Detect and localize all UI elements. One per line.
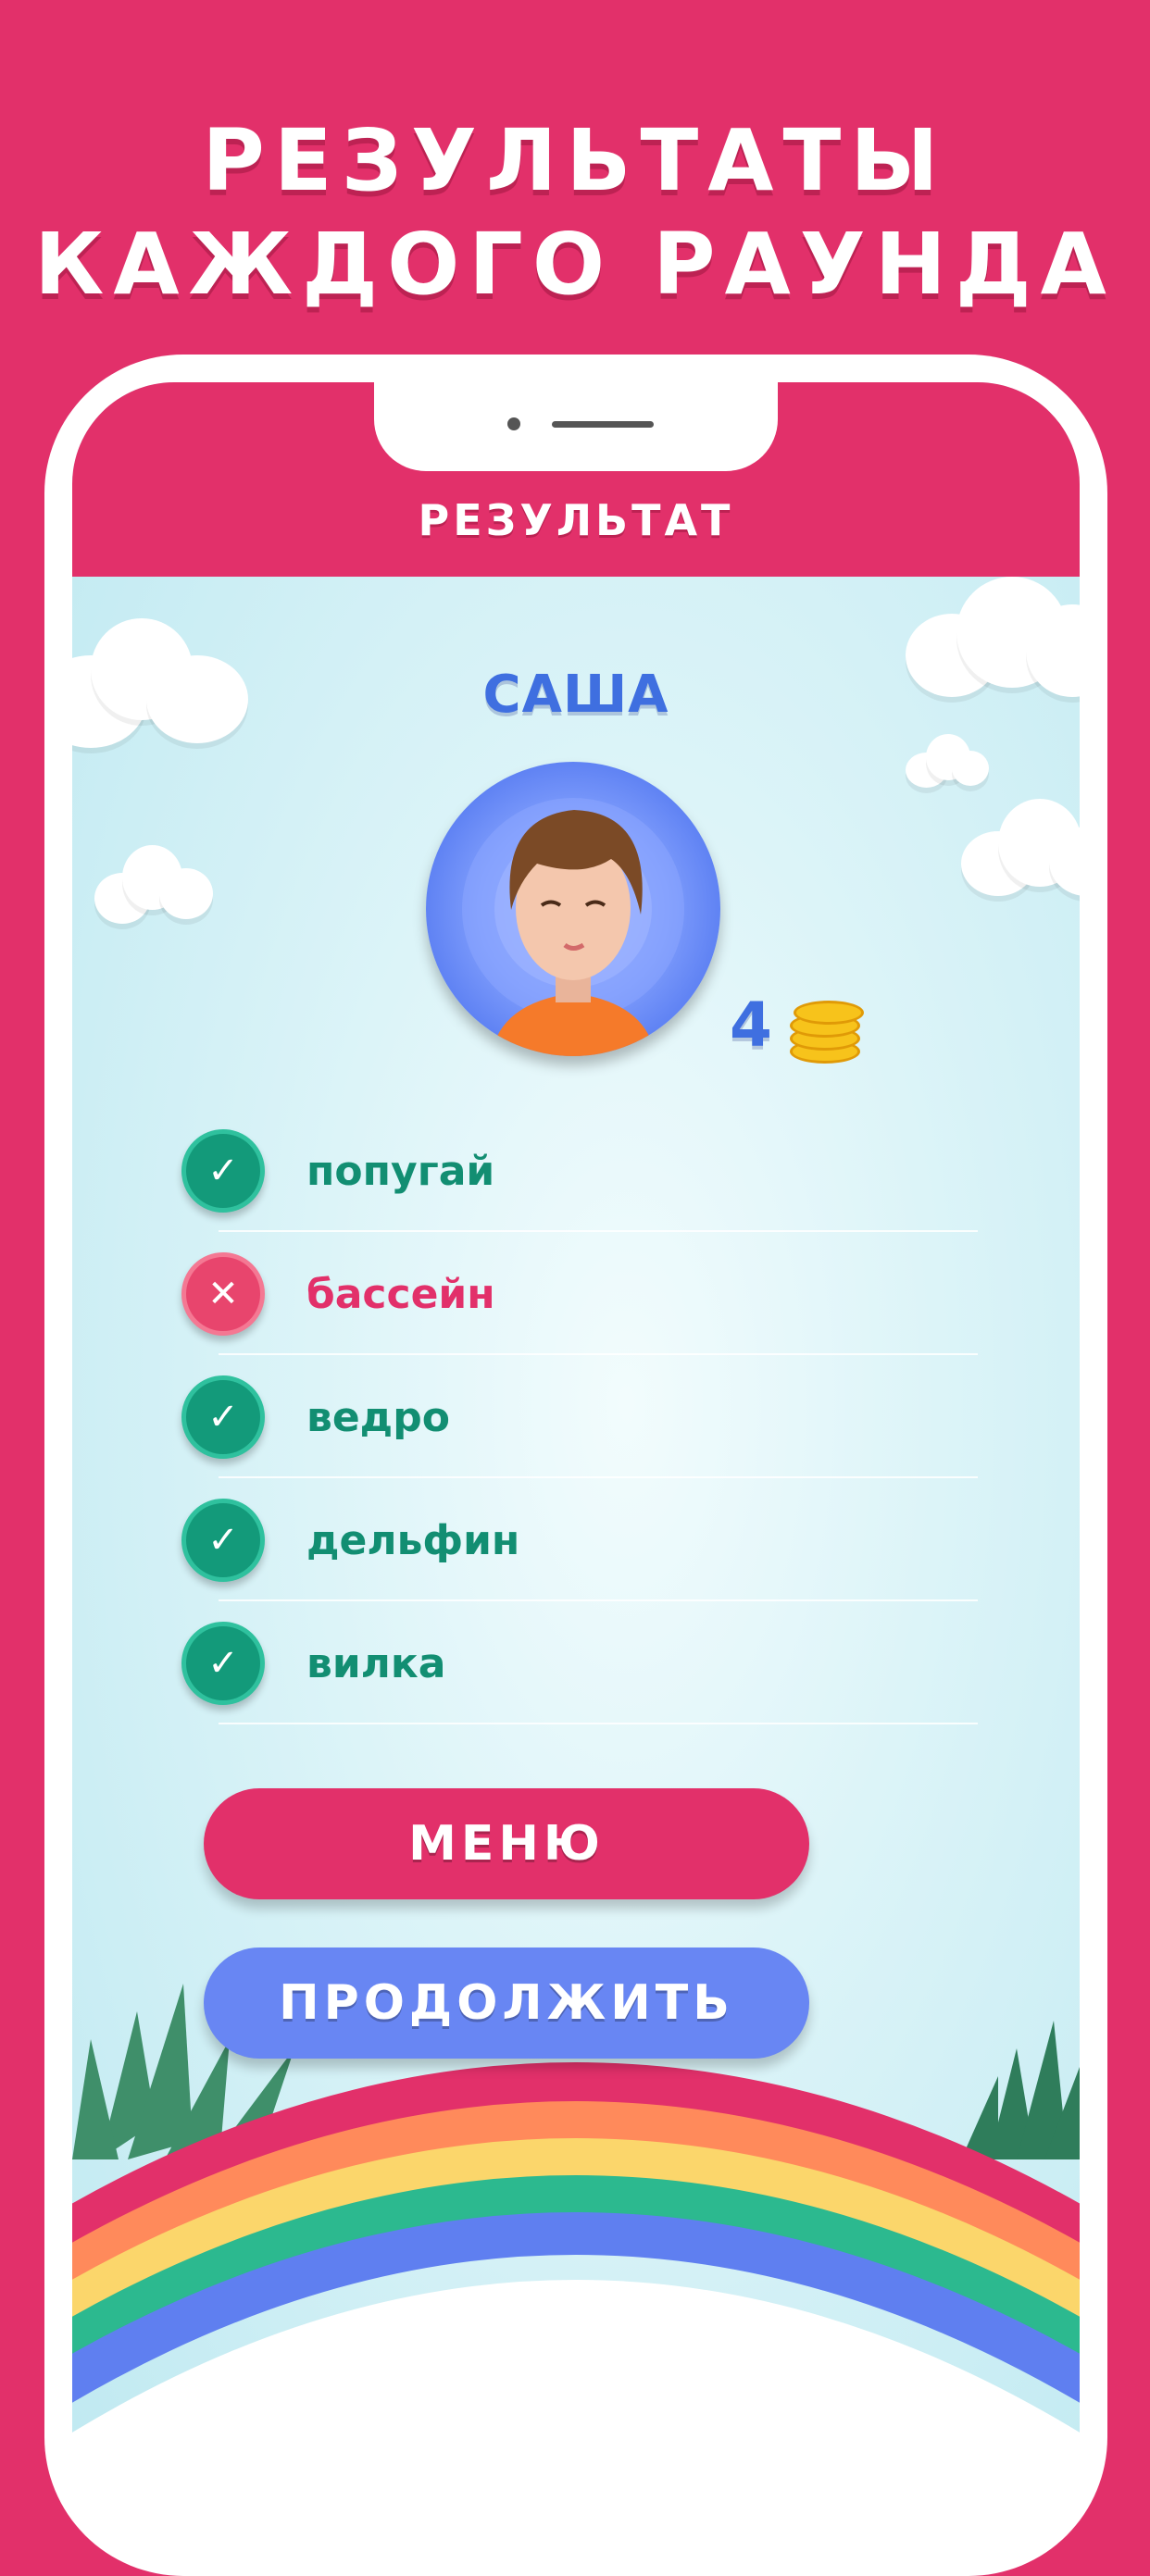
phone-screen: РЕЗУЛЬТАТ САША 4 ✓ попугай ✕ бассейн ✓ в…	[72, 382, 1080, 2511]
check-icon: ✓	[181, 1622, 265, 1705]
result-row: ✓ дельфин	[181, 1478, 978, 1601]
cross-icon: ✕	[181, 1252, 265, 1336]
result-word: дельфин	[306, 1517, 520, 1564]
check-icon: ✓	[181, 1129, 265, 1213]
result-row: ✕ бассейн	[181, 1232, 978, 1355]
result-word: вилка	[306, 1640, 446, 1687]
result-word: попугай	[306, 1148, 495, 1195]
results-list: ✓ попугай ✕ бассейн ✓ ведро ✓ дельфин ✓ …	[181, 1109, 978, 1724]
screen-header: РЕЗУЛЬТАТ	[72, 382, 1080, 577]
cloud-right-tiny	[906, 734, 989, 790]
player-name: САША	[482, 665, 669, 725]
result-word: бассейн	[306, 1271, 495, 1318]
result-row: ✓ ведро	[181, 1355, 978, 1478]
cloud-right-mid	[961, 799, 1080, 901]
check-icon: ✓	[181, 1375, 265, 1459]
result-row: ✓ попугай	[181, 1109, 978, 1232]
cloud-left-small	[94, 845, 215, 928]
check-icon: ✓	[181, 1499, 265, 1582]
menu-button[interactable]: МЕНЮ	[204, 1788, 809, 1899]
coin-stack-icon	[790, 995, 864, 1064]
row-divider	[219, 1723, 978, 1724]
speaker-bar	[552, 421, 654, 428]
result-row: ✓ вилка	[181, 1601, 978, 1724]
result-word: ведро	[306, 1394, 450, 1441]
promo-title-line-1: РЕЗУЛЬТАТЫ	[202, 111, 948, 210]
promo-title-line-2: КАЖДОГО РАУНДА	[34, 215, 1116, 314]
camera-dot	[507, 417, 520, 430]
screen-title: РЕЗУЛЬТАТ	[418, 495, 734, 545]
continue-button[interactable]: ПРОДОЛЖИТЬ	[204, 1948, 809, 2059]
avatar-illustration	[462, 798, 684, 1056]
promo-title: РЕЗУЛЬТАТЫ КАЖДОГО РАУНДА	[0, 109, 1150, 317]
coins-count: 4	[730, 989, 772, 1061]
player-avatar	[426, 762, 720, 1056]
